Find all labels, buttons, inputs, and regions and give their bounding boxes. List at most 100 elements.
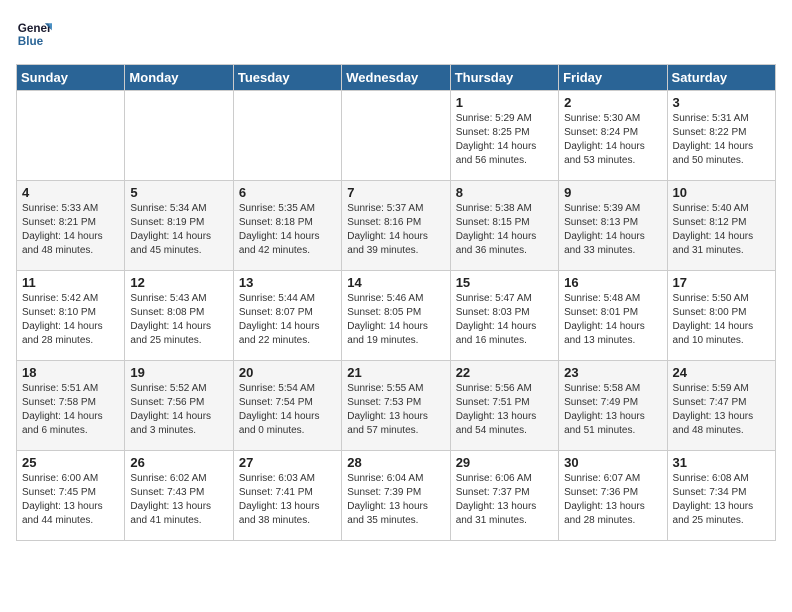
day-info: Sunrise: 6:07 AM Sunset: 7:36 PM Dayligh…: [564, 472, 661, 528]
day-info: Sunrise: 5:52 AM Sunset: 7:56 PM Dayligh…: [130, 382, 227, 438]
day-info: Sunrise: 5:56 AM Sunset: 7:51 PM Dayligh…: [456, 382, 553, 438]
day-number: 23: [564, 365, 661, 380]
day-number: 11: [22, 275, 119, 290]
day-cell: 10 Sunrise: 5:40 AM Sunset: 8:12 PM Dayli…: [667, 181, 775, 271]
day-number: 1: [456, 95, 553, 110]
calendar-table: SundayMondayTuesdayWednesdayThursdayFrid…: [16, 64, 776, 541]
day-number: 7: [347, 185, 444, 200]
day-info: Sunrise: 5:29 AM Sunset: 8:25 PM Dayligh…: [456, 112, 553, 168]
day-cell: 11 Sunrise: 5:42 AM Sunset: 8:10 PM Dayli…: [17, 271, 125, 361]
day-info: Sunrise: 5:58 AM Sunset: 7:49 PM Dayligh…: [564, 382, 661, 438]
day-info: Sunrise: 5:33 AM Sunset: 8:21 PM Dayligh…: [22, 202, 119, 258]
day-info: Sunrise: 5:34 AM Sunset: 8:19 PM Dayligh…: [130, 202, 227, 258]
day-cell: 14 Sunrise: 5:46 AM Sunset: 8:05 PM Dayli…: [342, 271, 450, 361]
day-info: Sunrise: 5:43 AM Sunset: 8:08 PM Dayligh…: [130, 292, 227, 348]
day-info: Sunrise: 5:44 AM Sunset: 8:07 PM Dayligh…: [239, 292, 336, 348]
day-cell: 17 Sunrise: 5:50 AM Sunset: 8:00 PM Dayli…: [667, 271, 775, 361]
day-number: 5: [130, 185, 227, 200]
day-info: Sunrise: 5:42 AM Sunset: 8:10 PM Dayligh…: [22, 292, 119, 348]
day-cell: 22 Sunrise: 5:56 AM Sunset: 7:51 PM Dayli…: [450, 361, 558, 451]
day-number: 30: [564, 455, 661, 470]
day-cell: 20 Sunrise: 5:54 AM Sunset: 7:54 PM Dayli…: [233, 361, 341, 451]
logo-icon: General Blue: [16, 16, 52, 52]
day-cell: 5 Sunrise: 5:34 AM Sunset: 8:19 PM Daylig…: [125, 181, 233, 271]
day-number: 4: [22, 185, 119, 200]
day-cell: 16 Sunrise: 5:48 AM Sunset: 8:01 PM Dayli…: [559, 271, 667, 361]
header-day-wednesday: Wednesday: [342, 65, 450, 91]
day-info: Sunrise: 6:02 AM Sunset: 7:43 PM Dayligh…: [130, 472, 227, 528]
day-cell: 21 Sunrise: 5:55 AM Sunset: 7:53 PM Dayli…: [342, 361, 450, 451]
day-cell: 15 Sunrise: 5:47 AM Sunset: 8:03 PM Dayli…: [450, 271, 558, 361]
day-cell: 13 Sunrise: 5:44 AM Sunset: 8:07 PM Dayli…: [233, 271, 341, 361]
day-number: 14: [347, 275, 444, 290]
day-cell: 2 Sunrise: 5:30 AM Sunset: 8:24 PM Daylig…: [559, 91, 667, 181]
day-cell: 23 Sunrise: 5:58 AM Sunset: 7:49 PM Dayli…: [559, 361, 667, 451]
day-info: Sunrise: 5:39 AM Sunset: 8:13 PM Dayligh…: [564, 202, 661, 258]
day-cell: [125, 91, 233, 181]
svg-text:Blue: Blue: [18, 35, 44, 48]
page-header: General Blue: [16, 16, 776, 52]
day-info: Sunrise: 5:59 AM Sunset: 7:47 PM Dayligh…: [673, 382, 770, 438]
day-info: Sunrise: 6:00 AM Sunset: 7:45 PM Dayligh…: [22, 472, 119, 528]
day-number: 24: [673, 365, 770, 380]
day-cell: 27 Sunrise: 6:03 AM Sunset: 7:41 PM Dayli…: [233, 451, 341, 541]
day-cell: 6Sunrise: 5:35 AM Sunset: 8:18 PM Daylig…: [233, 181, 341, 271]
day-info: Sunrise: 5:50 AM Sunset: 8:00 PM Dayligh…: [673, 292, 770, 348]
day-info: Sunrise: 5:48 AM Sunset: 8:01 PM Dayligh…: [564, 292, 661, 348]
day-number: 29: [456, 455, 553, 470]
day-info: Sunrise: 5:46 AM Sunset: 8:05 PM Dayligh…: [347, 292, 444, 348]
day-info: Sunrise: 5:54 AM Sunset: 7:54 PM Dayligh…: [239, 382, 336, 438]
calendar-header: SundayMondayTuesdayWednesdayThursdayFrid…: [17, 65, 776, 91]
day-cell: [342, 91, 450, 181]
header-day-friday: Friday: [559, 65, 667, 91]
day-number: 31: [673, 455, 770, 470]
day-cell: 9 Sunrise: 5:39 AM Sunset: 8:13 PM Daylig…: [559, 181, 667, 271]
header-day-saturday: Saturday: [667, 65, 775, 91]
day-number: 10: [673, 185, 770, 200]
day-number: 3: [673, 95, 770, 110]
day-cell: 31 Sunrise: 6:08 AM Sunset: 7:34 PM Dayli…: [667, 451, 775, 541]
day-number: 21: [347, 365, 444, 380]
day-info: Sunrise: 5:30 AM Sunset: 8:24 PM Dayligh…: [564, 112, 661, 168]
day-cell: 4 Sunrise: 5:33 AM Sunset: 8:21 PM Daylig…: [17, 181, 125, 271]
day-number: 16: [564, 275, 661, 290]
day-number: 9: [564, 185, 661, 200]
calendar-body: 1 Sunrise: 5:29 AM Sunset: 8:25 PM Daylig…: [17, 91, 776, 541]
day-number: 27: [239, 455, 336, 470]
header-row: SundayMondayTuesdayWednesdayThursdayFrid…: [17, 65, 776, 91]
day-cell: 28Sunrise: 6:04 AM Sunset: 7:39 PM Dayli…: [342, 451, 450, 541]
day-cell: 25 Sunrise: 6:00 AM Sunset: 7:45 PM Dayli…: [17, 451, 125, 541]
day-number: 13: [239, 275, 336, 290]
day-info: Sunrise: 5:35 AM Sunset: 8:18 PM Dayligh…: [239, 202, 336, 258]
day-number: 12: [130, 275, 227, 290]
day-cell: 1 Sunrise: 5:29 AM Sunset: 8:25 PM Daylig…: [450, 91, 558, 181]
day-number: 20: [239, 365, 336, 380]
day-info: Sunrise: 6:04 AM Sunset: 7:39 PM Dayligh…: [347, 472, 444, 528]
day-info: Sunrise: 5:47 AM Sunset: 8:03 PM Dayligh…: [456, 292, 553, 348]
day-cell: 12 Sunrise: 5:43 AM Sunset: 8:08 PM Dayli…: [125, 271, 233, 361]
week-row-2: 11 Sunrise: 5:42 AM Sunset: 8:10 PM Dayli…: [17, 271, 776, 361]
day-cell: [233, 91, 341, 181]
day-number: 17: [673, 275, 770, 290]
day-info: Sunrise: 6:03 AM Sunset: 7:41 PM Dayligh…: [239, 472, 336, 528]
day-number: 18: [22, 365, 119, 380]
day-number: 2: [564, 95, 661, 110]
day-info: Sunrise: 6:08 AM Sunset: 7:34 PM Dayligh…: [673, 472, 770, 528]
day-number: 15: [456, 275, 553, 290]
day-number: 25: [22, 455, 119, 470]
day-cell: 26 Sunrise: 6:02 AM Sunset: 7:43 PM Dayli…: [125, 451, 233, 541]
week-row-1: 4 Sunrise: 5:33 AM Sunset: 8:21 PM Daylig…: [17, 181, 776, 271]
day-cell: 3 Sunrise: 5:31 AM Sunset: 8:22 PM Daylig…: [667, 91, 775, 181]
day-info: Sunrise: 5:55 AM Sunset: 7:53 PM Dayligh…: [347, 382, 444, 438]
day-number: 19: [130, 365, 227, 380]
day-cell: 24 Sunrise: 5:59 AM Sunset: 7:47 PM Dayli…: [667, 361, 775, 451]
day-number: 26: [130, 455, 227, 470]
day-cell: 8Sunrise: 5:38 AM Sunset: 8:15 PM Daylig…: [450, 181, 558, 271]
day-info: Sunrise: 5:40 AM Sunset: 8:12 PM Dayligh…: [673, 202, 770, 258]
day-number: 22: [456, 365, 553, 380]
day-info: Sunrise: 5:37 AM Sunset: 8:16 PM Dayligh…: [347, 202, 444, 258]
header-day-thursday: Thursday: [450, 65, 558, 91]
day-info: Sunrise: 5:31 AM Sunset: 8:22 PM Dayligh…: [673, 112, 770, 168]
week-row-4: 25 Sunrise: 6:00 AM Sunset: 7:45 PM Dayli…: [17, 451, 776, 541]
week-row-0: 1 Sunrise: 5:29 AM Sunset: 8:25 PM Daylig…: [17, 91, 776, 181]
